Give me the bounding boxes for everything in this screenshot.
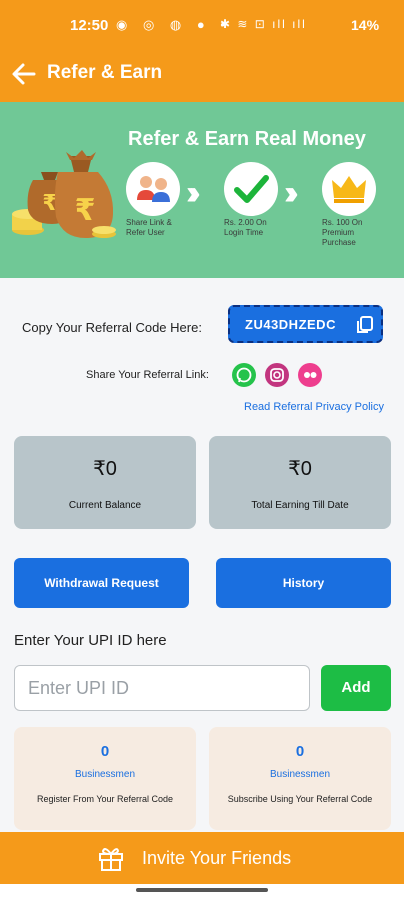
referral-code: ZU43DHZEDC (245, 317, 336, 332)
referral-code-button[interactable]: ZU43DHZEDC (228, 305, 383, 343)
registered-count: 0 (100, 743, 110, 760)
battery-level: 14% (351, 17, 380, 33)
referral-code-label: Copy Your Referral Code Here: (22, 320, 202, 335)
status-time: 12:50 (70, 17, 109, 34)
chevron-right-icon: ›› (284, 174, 298, 212)
subscribed-type: Businessmen (269, 769, 331, 780)
total-earning-value: ₹0 (288, 458, 312, 480)
step-premium-caption: Rs. 100 On Premium Purchase (322, 218, 363, 247)
step-premium-icon-circle (322, 162, 376, 216)
current-balance-label: Current Balance (68, 500, 142, 511)
money-bag-icon: ₹ ₹ (12, 150, 116, 239)
notification-icons: ◉ ◎ ◍ ● • (116, 17, 231, 32)
system-nav-area (0, 884, 404, 900)
current-balance-value: ₹0 (93, 458, 117, 480)
gift-icon (99, 848, 123, 871)
invite-friends-button[interactable]: Invite Your Friends (0, 832, 404, 884)
promo-banner: Refer & Earn Real Money ₹ ₹ Share Link &… (0, 102, 404, 278)
app-bar: Refer & Earn (0, 50, 404, 102)
banner-title: Refer & Earn Real Money (128, 128, 366, 150)
total-earning-card: ₹0 Total Earning Till Date (209, 436, 391, 529)
signal-icons: ✱ ≋ ⊡ ıll ıll (220, 17, 307, 31)
instagram-icon[interactable] (265, 363, 289, 387)
svg-text:₹: ₹ (75, 193, 96, 228)
history-button[interactable]: History (216, 558, 391, 608)
privacy-policy-link[interactable]: Read Referral Privacy Policy (244, 401, 384, 413)
chevron-right-icon: ›› (186, 174, 200, 212)
subscribed-businessmen-card: 0 Businessmen Subscribe Using Your Refer… (209, 727, 391, 830)
current-balance-card: ₹0 Current Balance (14, 436, 196, 529)
total-earning-label: Total Earning Till Date (251, 500, 349, 511)
upi-input[interactable] (14, 665, 310, 711)
checkmark-icon (234, 175, 269, 203)
page-title: Refer & Earn (47, 62, 163, 83)
upi-label: Enter Your UPI ID here (14, 632, 167, 649)
subscribed-desc: Subscribe Using Your Referral Code (227, 794, 373, 804)
step-share-caption: Share Link & Refer User (126, 218, 172, 237)
registered-type: Businessmen (74, 769, 136, 780)
home-indicator[interactable] (136, 888, 268, 892)
share-link-label: Share Your Referral Link: (86, 369, 209, 381)
registered-businessmen-card: 0 Businessmen Register From Your Referra… (14, 727, 196, 830)
withdrawal-request-button[interactable]: Withdrawal Request (14, 558, 189, 608)
add-upi-button[interactable]: Add (321, 665, 391, 711)
status-bar: 12:50 ◉ ◎ ◍ ● • ✱ ≋ ⊡ ıll ıll 14% (0, 0, 404, 50)
people-icon (137, 176, 170, 202)
flickr-icon[interactable] (298, 363, 322, 387)
step-share-icon-circle (126, 162, 180, 216)
whatsapp-icon[interactable] (232, 363, 256, 387)
step-login-caption: Rs. 2.00 On Login Time (224, 218, 267, 237)
crown-icon (332, 176, 366, 203)
arrow-left-icon[interactable] (10, 60, 38, 88)
subscribed-count: 0 (295, 743, 305, 760)
registered-desc: Register From Your Referral Code (36, 794, 174, 804)
invite-friends-label: Invite Your Friends (142, 848, 292, 868)
copy-icon[interactable] (355, 315, 375, 335)
step-login-icon-circle (224, 162, 278, 216)
